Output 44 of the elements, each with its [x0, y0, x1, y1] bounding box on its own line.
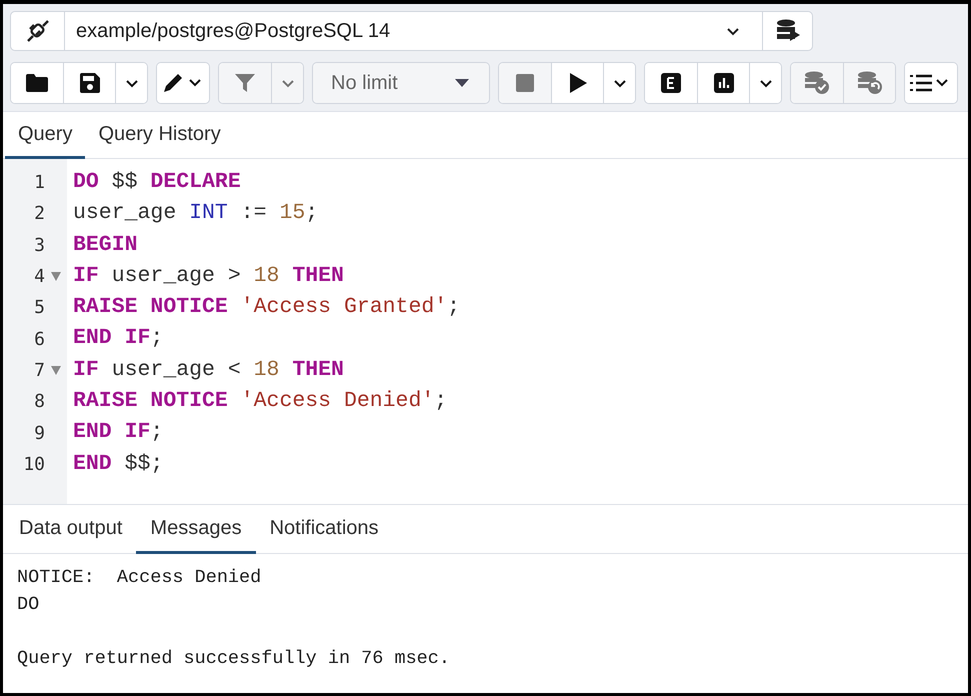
tab[interactable]: Data output: [5, 505, 136, 554]
database-run-button[interactable]: [762, 12, 812, 50]
fold-arrow-icon[interactable]: [51, 272, 61, 282]
code-line: END IF;: [73, 419, 164, 446]
code-line: IF user_age > 18 THEN: [73, 262, 344, 290]
tab[interactable]: Messages: [136, 505, 256, 554]
folder-icon: [26, 74, 48, 92]
code-line: BEGIN: [73, 232, 138, 259]
line-number: 3: [34, 234, 45, 256]
message-text: Query returned successfully in 76 msec.: [17, 647, 450, 671]
caret-down-icon: [455, 79, 469, 87]
connection-status-button[interactable]: [11, 12, 65, 50]
plug-icon: [24, 18, 50, 44]
connection-label: example/postgres@PostgreSQL 14: [76, 20, 390, 42]
code-line: IF user_age < 18 THEN: [73, 356, 344, 384]
line-number: 10: [23, 454, 45, 475]
line-number: 9: [34, 422, 45, 444]
database-check-icon: [804, 71, 830, 95]
message-text: DO: [17, 593, 40, 617]
code-line: user_age INT := 15;: [73, 200, 318, 228]
line-number: 1: [34, 172, 45, 194]
tab[interactable]: Notifications: [256, 505, 393, 554]
line-number: 8: [34, 391, 45, 412]
line-number: 6: [34, 328, 45, 350]
line-number: 2: [34, 203, 45, 224]
bar-chart-icon: [714, 73, 734, 93]
stop-icon: [516, 74, 534, 92]
code-line: DO $$ DECLARE: [73, 169, 241, 196]
database-undo-icon: [856, 71, 882, 95]
code-line: RAISE NOTICE 'Access Denied';: [73, 388, 448, 416]
code-editor[interactable]: DO $$ DECLARE user_age INT := 15; BEGIN IF user_age > 18 THEN RAISE NOTICE 'Access Granted'; END IF; IF user_age < 18 THEN RAISE NOTICE 'Access Denied'; END IF; END $$;: [67, 159, 968, 504]
message-text: NOTICE: Access Denied: [17, 566, 262, 590]
tab[interactable]: Query History: [85, 112, 234, 159]
code-line: RAISE NOTICE 'Access Granted';: [73, 294, 460, 322]
database-play-icon: [776, 19, 800, 43]
line-number: 7: [34, 360, 45, 381]
letter-e-icon: [661, 73, 681, 93]
funnel-icon: [235, 73, 255, 93]
play-icon: [568, 73, 586, 93]
code-line: END $$;: [73, 450, 164, 478]
code-line: END IF;: [73, 325, 164, 352]
line-number: 4: [34, 266, 45, 288]
fold-arrow-icon[interactable]: [51, 366, 61, 375]
line-number: 5: [34, 297, 45, 318]
